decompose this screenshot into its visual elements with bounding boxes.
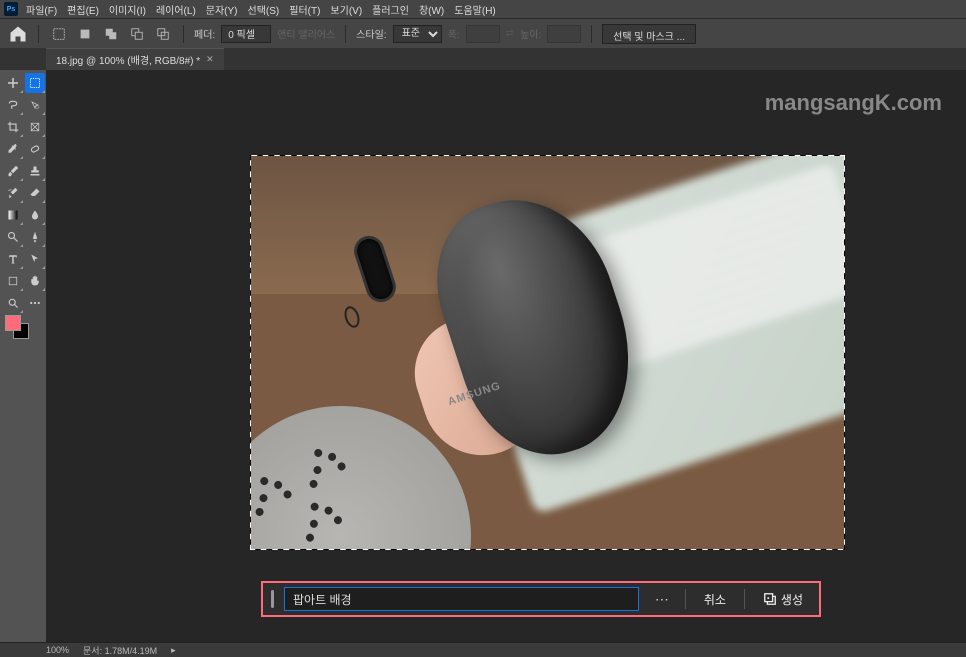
options-bar: 페더: 앤티 앨리어스 스타일: 표준 폭: ⇄ 높이: 선택 및 마스크 ..…	[0, 18, 966, 48]
menu-image[interactable]: 이미지(I)	[109, 2, 146, 17]
tab-strip: 18.jpg @ 100% (배경, RGB/8#) * ✕	[0, 48, 966, 70]
intersect-selection-icon[interactable]	[153, 24, 173, 44]
status-bar: 100% 문서: 1.78M/4.19M ▸	[0, 642, 966, 657]
eraser-tool[interactable]	[25, 183, 45, 203]
height-input	[547, 25, 581, 43]
divider	[345, 25, 346, 43]
menu-view[interactable]: 보기(V)	[330, 2, 362, 17]
more-options-icon[interactable]: ⋯	[649, 591, 675, 608]
document-image[interactable]: AMSUNG	[250, 155, 845, 550]
document-size: 문서: 1.78M/4.19M	[83, 644, 157, 657]
move-tool[interactable]	[3, 73, 23, 93]
menu-select[interactable]: 선택(S)	[248, 2, 280, 17]
divider	[591, 25, 592, 43]
style-label: 스타일:	[356, 26, 386, 41]
path-select-tool[interactable]	[25, 249, 45, 269]
divider	[183, 25, 184, 43]
antialias-label: 앤티 앨리어스	[277, 26, 335, 41]
generate-icon	[763, 592, 777, 606]
foreground-color[interactable]	[5, 315, 21, 331]
history-brush-tool[interactable]	[3, 183, 23, 203]
generate-button[interactable]: 생성	[755, 591, 811, 608]
divider	[38, 25, 39, 43]
zoom-level[interactable]: 100%	[46, 645, 69, 655]
add-selection-icon[interactable]	[101, 24, 121, 44]
tab-title: 18.jpg @ 100% (배경, RGB/8#) *	[56, 52, 200, 67]
divider	[685, 589, 686, 609]
pen-tool[interactable]	[25, 227, 45, 247]
hand-tool[interactable]	[25, 271, 45, 291]
menu-plugins[interactable]: 플러그인	[372, 2, 409, 17]
frame-tool[interactable]	[25, 117, 45, 137]
menu-type[interactable]: 문자(Y)	[206, 2, 238, 17]
dodge-tool[interactable]	[3, 227, 23, 247]
healing-tool[interactable]	[25, 139, 45, 159]
stamp-tool[interactable]	[25, 161, 45, 181]
width-input	[466, 25, 500, 43]
generate-label: 생성	[781, 591, 803, 608]
menu-help[interactable]: 도움말(H)	[454, 2, 495, 17]
menu-filter[interactable]: 필터(T)	[289, 2, 320, 17]
height-label: 높이:	[520, 26, 541, 41]
blur-tool[interactable]	[25, 205, 45, 225]
feather-input[interactable]	[221, 25, 271, 43]
zoom-tool[interactable]	[3, 293, 23, 313]
swap-wh-icon: ⇄	[506, 28, 514, 39]
divider	[744, 589, 745, 609]
type-tool[interactable]	[3, 249, 23, 269]
status-chevron-icon[interactable]: ▸	[171, 645, 176, 656]
menu-window[interactable]: 창(W)	[419, 2, 444, 17]
subtract-selection-icon[interactable]	[127, 24, 147, 44]
crop-tool[interactable]	[3, 117, 23, 137]
marquee-tool[interactable]	[25, 73, 45, 93]
style-select[interactable]: 표준	[393, 25, 442, 43]
quick-select-tool[interactable]	[25, 95, 45, 115]
marquee-selection: AMSUNG	[250, 155, 845, 550]
brush-tool[interactable]	[3, 161, 23, 181]
select-and-mask-button[interactable]: 선택 및 마스크 ...	[602, 24, 696, 44]
menu-edit[interactable]: 편집(E)	[67, 2, 99, 17]
menu-layer[interactable]: 레이어(L)	[156, 2, 196, 17]
document-tab[interactable]: 18.jpg @ 100% (배경, RGB/8#) * ✕	[46, 48, 224, 70]
close-icon[interactable]: ✕	[206, 54, 214, 65]
drag-handle-icon[interactable]	[271, 590, 274, 608]
edit-toolbar[interactable]	[25, 293, 45, 313]
tool-preset-icon[interactable]	[49, 24, 69, 44]
home-button[interactable]	[8, 24, 28, 44]
canvas-area[interactable]: mangsangK.com AMSUNG ⋯ 취소	[46, 70, 966, 642]
watermark-text: mangsangK.com	[765, 90, 942, 116]
eyedropper-tool[interactable]	[3, 139, 23, 159]
color-swatches[interactable]	[3, 315, 45, 345]
lasso-tool[interactable]	[3, 95, 23, 115]
menu-file[interactable]: 파일(F)	[26, 2, 57, 17]
cancel-button[interactable]: 취소	[696, 591, 734, 608]
menubar: Ps 파일(F) 편집(E) 이미지(I) 레이어(L) 문자(Y) 선택(S)…	[0, 0, 966, 18]
shape-tool[interactable]	[3, 271, 23, 291]
tools-panel	[0, 70, 46, 642]
app-icon: Ps	[4, 2, 18, 16]
prompt-input[interactable]	[284, 587, 639, 611]
width-label: 폭:	[448, 26, 460, 41]
gradient-tool[interactable]	[3, 205, 23, 225]
feather-label: 페더:	[194, 26, 215, 41]
new-selection-icon[interactable]	[75, 24, 95, 44]
generative-fill-bar: ⋯ 취소 생성	[261, 581, 821, 617]
